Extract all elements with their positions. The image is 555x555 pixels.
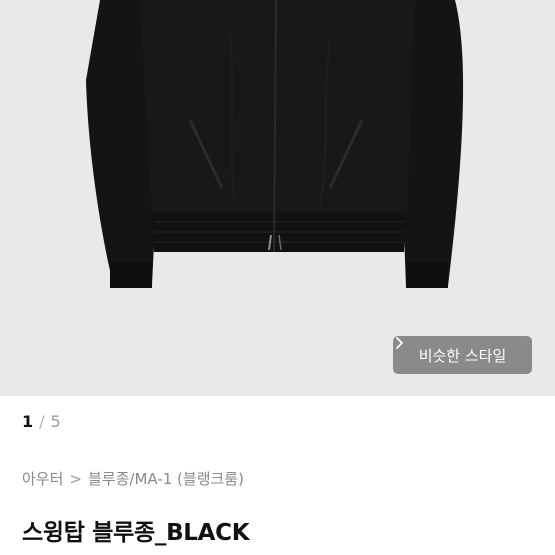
similar-style-label: 비슷한 스타일 [418,346,507,365]
image-pager: 1 / 5 [22,412,61,431]
chevron-right-icon [396,337,403,349]
current-page: 1 [22,412,34,431]
product-title: 스윙탑 블루종_BLACK [22,520,250,546]
breadcrumb-item-outer[interactable]: 아우터 [22,468,63,489]
total-pages: 5 [50,412,61,431]
similar-style-button[interactable]: 비슷한 스타일 [393,336,532,374]
breadcrumb-item-blouson[interactable]: 블루종/MA-1 (블랭크룸) [88,468,244,489]
breadcrumb: 아우터 > 블루종/MA-1 (블랭크룸) [22,468,244,489]
pager-separator: / [39,412,45,431]
breadcrumb-separator: > [69,469,82,488]
product-image[interactable]: 비슷한 스타일 [0,0,555,396]
